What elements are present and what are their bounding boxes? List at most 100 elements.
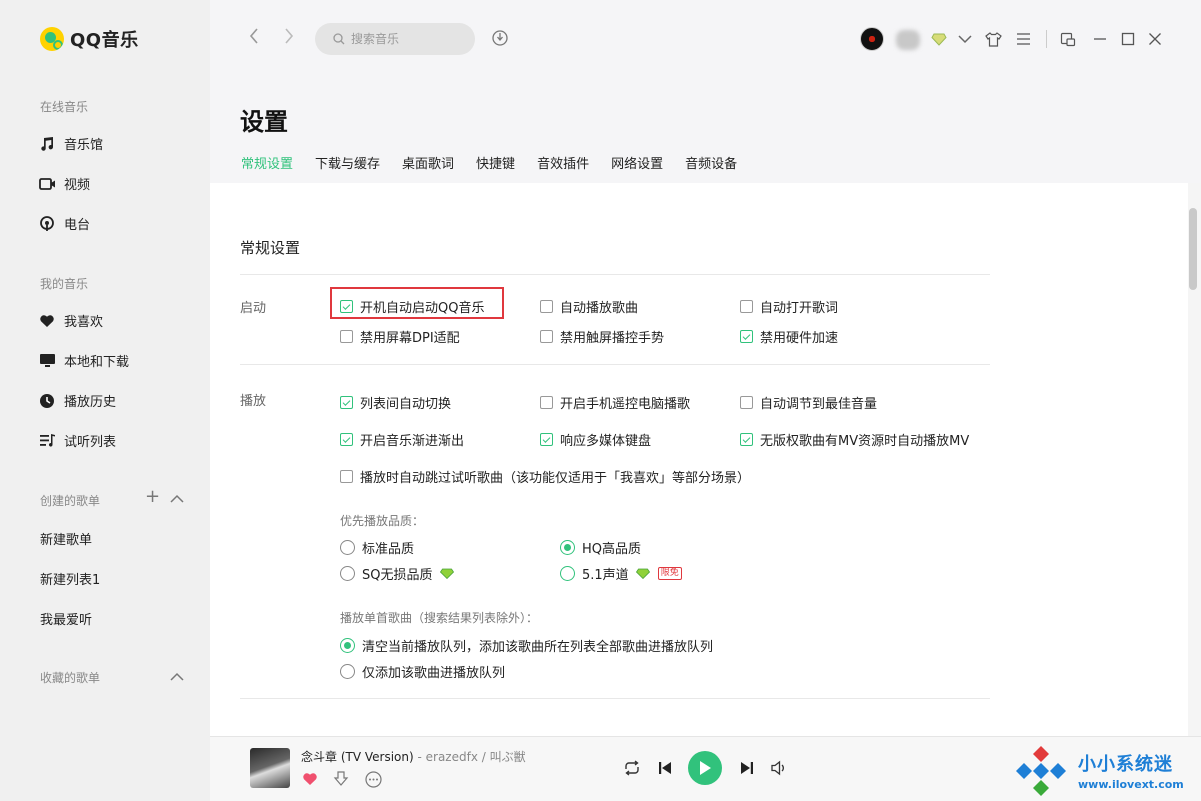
sidebar-item-music-hall[interactable]: 音乐馆 xyxy=(38,134,103,153)
scrollbar-thumb[interactable] xyxy=(1189,208,1197,290)
radio[interactable] xyxy=(340,566,355,581)
option-disable-touch[interactable]: 禁用触屏播控手势 xyxy=(540,327,664,346)
mini-mode-icon[interactable] xyxy=(1059,30,1077,48)
forward-arrow-icon[interactable] xyxy=(279,28,299,48)
checkbox-checked[interactable] xyxy=(340,300,353,313)
radio-icon xyxy=(38,215,56,233)
next-track-icon[interactable] xyxy=(737,758,757,778)
sidebar-item-video[interactable]: 视频 xyxy=(38,174,90,193)
single-song-title: 播放单首歌曲（搜索结果列表除外）： xyxy=(340,611,539,625)
checkbox-checked[interactable] xyxy=(740,433,753,446)
radio-selected[interactable] xyxy=(560,540,575,555)
chevron-down-icon[interactable] xyxy=(956,30,974,48)
user-name-blurred[interactable] xyxy=(896,30,920,50)
loop-mode-icon[interactable] xyxy=(622,758,642,778)
user-avatar[interactable] xyxy=(860,27,884,51)
checkbox[interactable] xyxy=(340,470,353,483)
sidebar-item-label: 我喜欢 xyxy=(64,315,104,330)
limited-free-badge: 限免 xyxy=(657,567,682,580)
quality-51[interactable]: 5.1声道 限免 xyxy=(560,564,682,583)
divider xyxy=(240,274,990,275)
single-add-only[interactable]: 仅添加该歌曲进播放队列 xyxy=(340,662,505,681)
search-box[interactable] xyxy=(315,23,475,55)
sidebar-item-local-download[interactable]: 本地和下载 xyxy=(38,351,129,370)
option-label: 播放时自动跳过试听歌曲（该功能仅适用于「我喜欢」等部分场景） xyxy=(360,471,751,486)
close-icon[interactable] xyxy=(1146,30,1164,48)
option-phone-remote[interactable]: 开启手机遥控电脑播歌 xyxy=(540,393,690,412)
playlist-item[interactable]: 新建歌单 xyxy=(40,529,92,548)
radio-selected[interactable] xyxy=(340,638,355,653)
sidebar-item-label: 视频 xyxy=(64,178,91,193)
music-note-icon xyxy=(38,135,56,153)
option-auto-switch-list[interactable]: 列表间自动切换 xyxy=(340,393,451,412)
option-autostart[interactable]: 开机自动启动QQ音乐 xyxy=(340,297,484,316)
search-input[interactable] xyxy=(351,32,461,46)
collapse-created-icon[interactable] xyxy=(170,490,184,508)
menu-icon[interactable] xyxy=(1014,30,1032,48)
radio[interactable] xyxy=(340,664,355,679)
volume-icon[interactable] xyxy=(769,758,789,778)
sidebar-item-radio[interactable]: 电台 xyxy=(38,214,90,233)
checkbox[interactable] xyxy=(740,396,753,409)
history-icon xyxy=(38,392,56,410)
tab-download-cache[interactable]: 下载与缓存 xyxy=(315,153,380,172)
tab-general[interactable]: 常规设置 xyxy=(241,153,293,191)
tab-shortcuts[interactable]: 快捷键 xyxy=(476,153,515,172)
checkbox[interactable] xyxy=(540,300,553,313)
voice-search-icon[interactable] xyxy=(491,29,509,47)
checkbox[interactable] xyxy=(540,330,553,343)
option-auto-lyrics[interactable]: 自动打开歌词 xyxy=(740,297,838,316)
minimize-icon[interactable] xyxy=(1091,30,1109,48)
now-playing-title[interactable]: 念斗章 (TV Version) - erazedfx / 叫ぶ獣 xyxy=(301,748,526,765)
option-fade[interactable]: 开启音乐渐进渐出 xyxy=(340,430,464,449)
album-cover[interactable] xyxy=(250,748,290,788)
checkbox-checked[interactable] xyxy=(340,433,353,446)
tab-desktop-lyrics[interactable]: 桌面歌词 xyxy=(402,153,454,172)
checkbox-checked[interactable] xyxy=(540,433,553,446)
previous-track-icon[interactable] xyxy=(655,758,675,778)
radio[interactable] xyxy=(560,566,575,581)
sidebar-item-favorites[interactable]: 我喜欢 xyxy=(38,311,103,330)
maximize-icon[interactable] xyxy=(1119,30,1137,48)
download-icon[interactable] xyxy=(331,769,351,789)
quality-sq[interactable]: SQ无损品质 xyxy=(340,564,454,583)
watermark: 小小系统迷 www.ilovext.com xyxy=(1010,742,1201,801)
radio[interactable] xyxy=(340,540,355,555)
like-heart-icon[interactable] xyxy=(300,769,320,789)
checkbox-checked[interactable] xyxy=(740,330,753,343)
option-skip-trial[interactable]: 播放时自动跳过试听歌曲（该功能仅适用于「我喜欢」等部分场景） xyxy=(340,467,750,486)
collapse-collected-icon[interactable] xyxy=(170,668,184,686)
more-options-icon[interactable] xyxy=(363,769,383,789)
player-left-pane xyxy=(0,736,210,801)
checkbox[interactable] xyxy=(740,300,753,313)
tab-sound-plugins[interactable]: 音效插件 xyxy=(537,153,589,172)
add-playlist-icon[interactable]: + xyxy=(145,488,160,506)
checkbox[interactable] xyxy=(340,330,353,343)
checkbox-checked[interactable] xyxy=(340,396,353,409)
option-label: 自动打开歌词 xyxy=(760,301,839,316)
tab-network[interactable]: 网络设置 xyxy=(611,153,663,172)
checkbox[interactable] xyxy=(540,396,553,409)
quality-hq[interactable]: HQ高品质 xyxy=(560,538,641,557)
back-arrow-icon[interactable] xyxy=(244,28,264,48)
sidebar-item-history[interactable]: 播放历史 xyxy=(38,391,116,410)
app-logo[interactable]: QQ音乐 xyxy=(40,26,139,52)
quality-standard[interactable]: 标准品质 xyxy=(340,538,414,557)
option-media-keys[interactable]: 响应多媒体键盘 xyxy=(540,430,651,449)
option-auto-mv[interactable]: 无版权歌曲有MV资源时自动播放MV xyxy=(740,430,969,449)
vip-diamond-icon[interactable] xyxy=(930,30,948,48)
skin-shirt-icon[interactable] xyxy=(984,30,1002,48)
playlist-item[interactable]: 新建列表1 xyxy=(40,569,100,588)
tab-audio-device[interactable]: 音频设备 xyxy=(685,153,737,172)
watermark-text: 小小系统迷 xyxy=(1078,754,1173,775)
option-disable-dpi[interactable]: 禁用屏幕DPI适配 xyxy=(340,327,460,346)
playlist-item[interactable]: 我最爱听 xyxy=(40,609,92,628)
single-replace-queue[interactable]: 清空当前播放队列，添加该歌曲所在列表全部歌曲进播放队列 xyxy=(340,636,713,655)
sidebar-item-trial-list[interactable]: 试听列表 xyxy=(38,431,116,450)
option-disable-hw-accel[interactable]: 禁用硬件加速 xyxy=(740,327,838,346)
play-button[interactable] xyxy=(688,751,722,785)
option-auto-volume[interactable]: 自动调节到最佳音量 xyxy=(740,393,877,412)
group-label-playback: 播放 xyxy=(240,394,267,409)
top-bar xyxy=(210,0,1201,78)
option-autoplay[interactable]: 自动播放歌曲 xyxy=(540,297,638,316)
